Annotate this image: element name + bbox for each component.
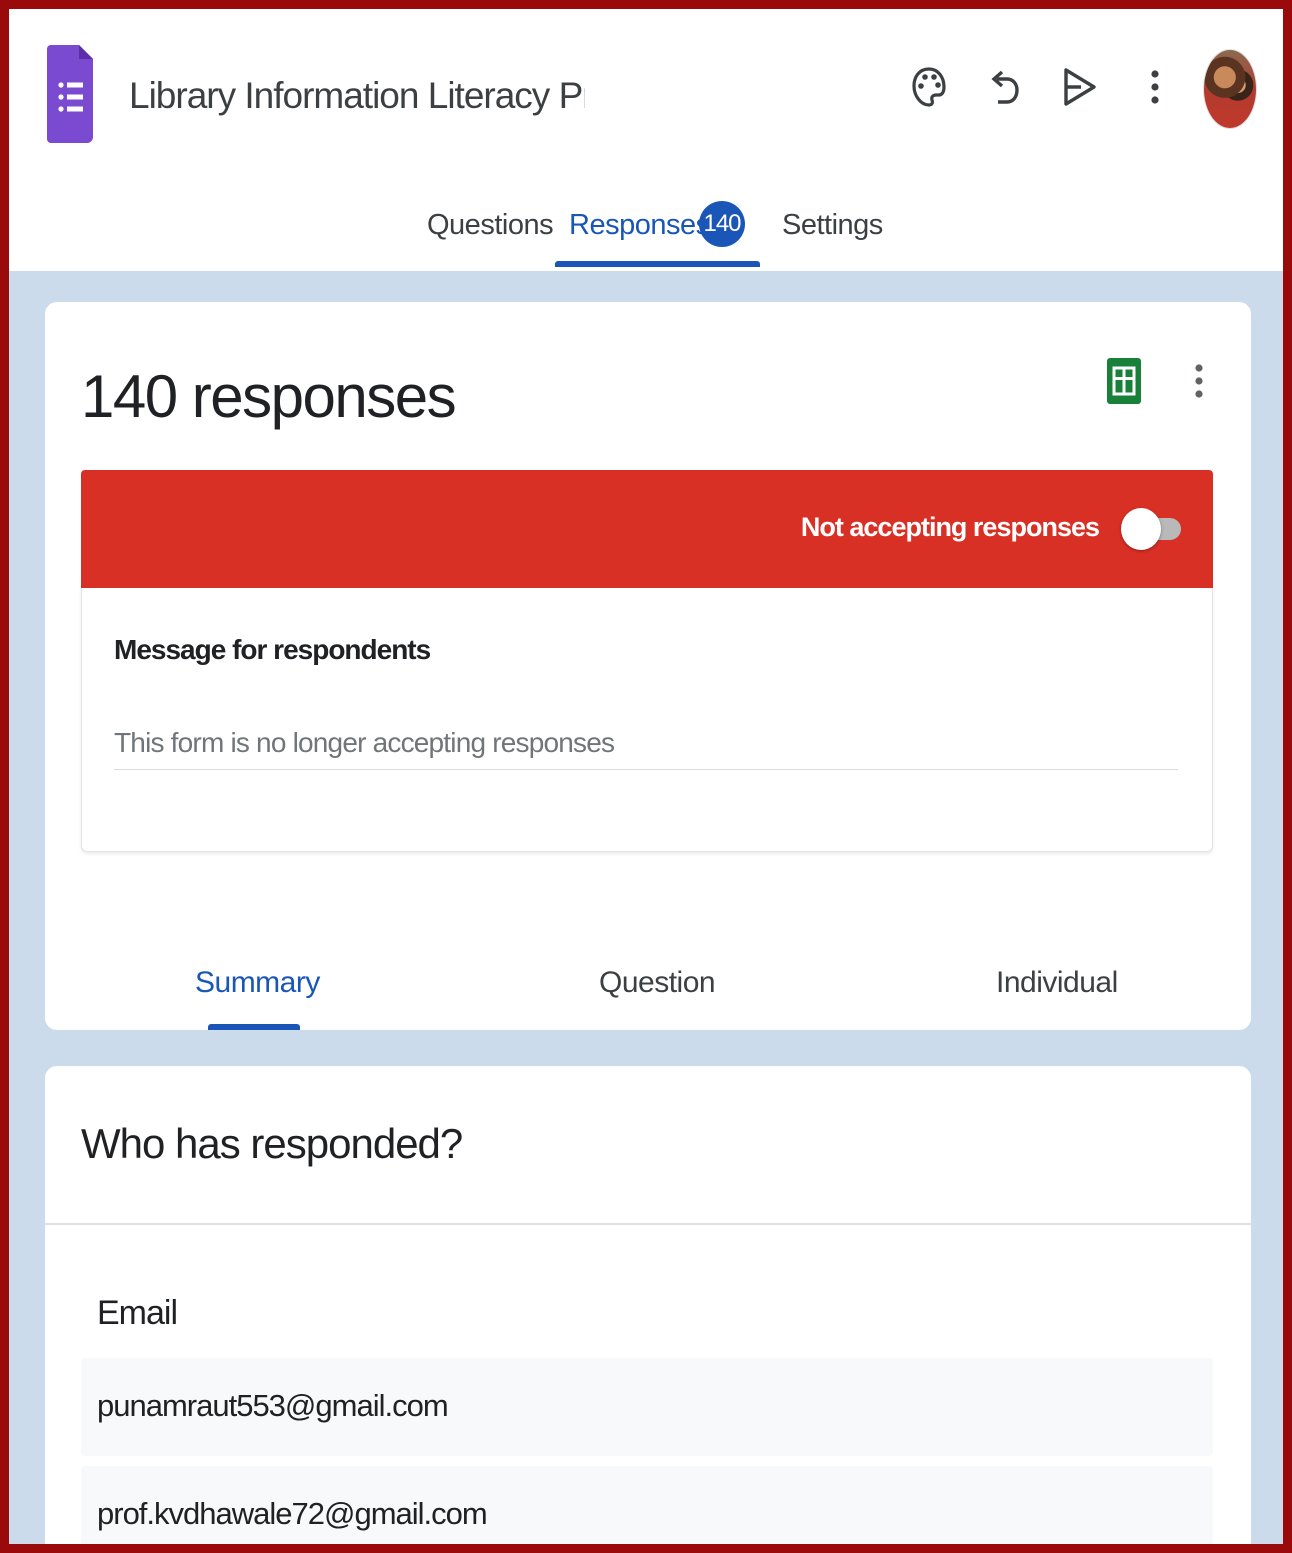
tab-responses[interactable]: Responses [569, 209, 710, 242]
divider [45, 1223, 1251, 1225]
who-responded-card: Who has responded? Email punamraut553@gm… [45, 1066, 1251, 1544]
user-avatar[interactable] [1203, 49, 1257, 129]
palette-icon[interactable] [907, 61, 951, 113]
responses-more-vert-icon[interactable] [1187, 358, 1211, 404]
responses-count-heading: 140 responses [81, 363, 457, 430]
message-input[interactable] [114, 716, 1178, 770]
google-forms-logo-icon[interactable] [47, 45, 93, 143]
accepting-status-label: Not accepting responses [800, 512, 1100, 542]
tab-settings[interactable]: Settings [782, 209, 883, 242]
responses-card: 140 responses Not accepting responses Me… [45, 302, 1251, 1030]
form-title[interactable]: Library Information Literacy Prograr [129, 75, 585, 125]
email-column-header: Email [97, 1294, 178, 1332]
who-responded-title: Who has responded? [81, 1120, 463, 1167]
tab-questions[interactable]: Questions [427, 209, 554, 242]
screenshot-frame: Library Information Literacy Prograr [0, 0, 1292, 1553]
responses-count-badge: 140 [699, 201, 745, 247]
email-value: prof.kvdhawale72@gmail.com [97, 1496, 488, 1531]
accepting-responses-toggle[interactable] [1121, 506, 1181, 552]
email-value: punamraut553@gmail.com [97, 1388, 449, 1423]
subtab-summary[interactable]: Summary [195, 966, 320, 1000]
send-icon[interactable] [1057, 61, 1101, 113]
active-subtab-indicator [208, 1024, 300, 1030]
undo-icon[interactable] [983, 61, 1027, 113]
message-panel: Message for respondents [81, 588, 1213, 852]
email-row: punamraut553@gmail.com [81, 1358, 1213, 1456]
subtab-question[interactable]: Question [599, 966, 716, 1000]
more-vert-icon[interactable] [1133, 61, 1177, 113]
sheets-link-icon[interactable] [1107, 358, 1141, 404]
app-header: Library Information Literacy Prograr [9, 9, 1283, 271]
active-tab-indicator [555, 261, 760, 267]
not-accepting-banner: Not accepting responses [81, 470, 1213, 588]
form-tabs: Questions Responses 140 Settings [9, 199, 1283, 271]
toggle-knob [1121, 508, 1161, 550]
email-row: prof.kvdhawale72@gmail.com [81, 1466, 1213, 1544]
message-label: Message for respondents [114, 634, 431, 665]
subtab-individual[interactable]: Individual [996, 966, 1118, 1000]
